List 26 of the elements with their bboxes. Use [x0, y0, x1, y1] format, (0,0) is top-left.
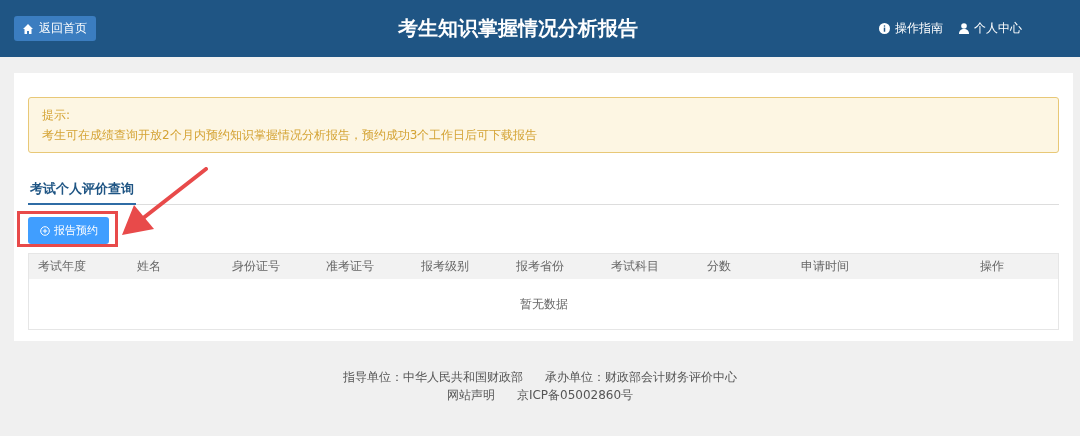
column-header: 报考省份 — [515, 258, 565, 275]
column-header: 身份证号 — [231, 258, 281, 275]
column-header: 考试科目 — [610, 258, 660, 275]
footer-text: 网站声明 — [446, 387, 495, 404]
user-icon — [959, 23, 969, 34]
column-header: 准考证号 — [325, 258, 375, 275]
info-icon — [879, 23, 890, 34]
notice-text: 考生可在成绩查询开放2个月内预约知识掌握情况分析报告，预约成功3个工作日后可下载报告 — [42, 127, 539, 144]
tab[interactable]: 考试个人评价查询 — [28, 177, 136, 205]
column-header: 姓名 — [136, 258, 162, 275]
column-header: 考试年度 — [37, 258, 87, 275]
column-header: 操作 — [979, 258, 1005, 275]
home-button[interactable]: 返回首页 — [14, 16, 96, 41]
column-header: 申请时间 — [800, 258, 850, 275]
home-icon — [23, 23, 33, 34]
empty-text: 暂无数据 — [519, 295, 568, 313]
column-header: 报考级别 — [420, 258, 470, 275]
footer-text: 指导单位：中华人民共和国财政部 — [343, 369, 523, 386]
guide-link[interactable]: 操作指南 — [879, 20, 943, 37]
footer-text: 承办单位：财政部会计财务评价中心 — [545, 369, 737, 386]
footer-text: 京ICP备05002860号 — [516, 387, 634, 404]
plus-circle-icon — [39, 225, 50, 236]
page-title: 考生知识掌握情况分析报告 — [396, 15, 639, 42]
column-header: 分数 — [706, 258, 732, 275]
user-center-link[interactable]: 个人中心 — [959, 20, 1022, 37]
notice-title: 提示: — [42, 107, 72, 124]
